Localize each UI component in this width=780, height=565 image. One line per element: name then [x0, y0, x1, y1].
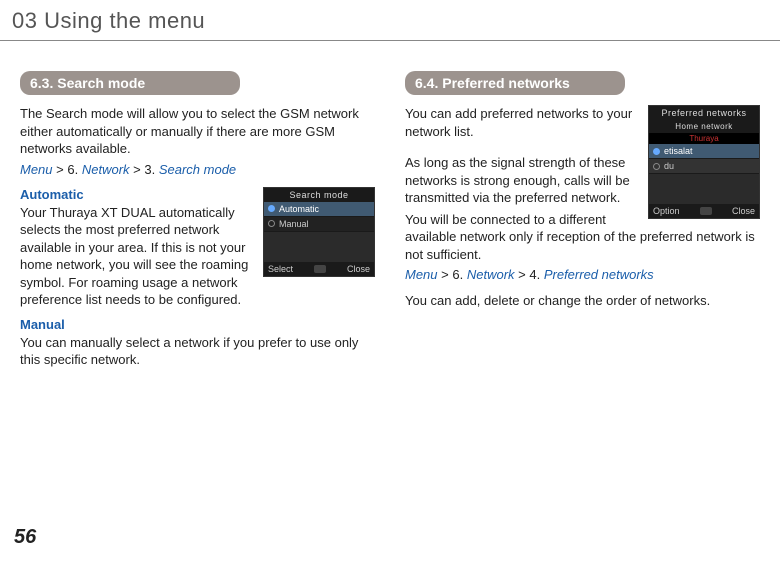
menu-path-num2: 4.: [529, 267, 540, 282]
menu-path-sep: >: [56, 162, 67, 177]
phone-mockup-search-mode: Search mode Automatic Manual Select Clos…: [263, 187, 375, 277]
manual-heading: Manual: [20, 317, 375, 332]
radio-icon: [268, 205, 275, 212]
phone-row-du: du: [649, 159, 759, 174]
phone-row-label: etisalat: [664, 146, 693, 156]
radio-icon: [268, 220, 275, 227]
menu-path-num2: 3.: [144, 162, 155, 177]
content-columns: 6.3. Search mode The Search mode will al…: [0, 41, 780, 369]
phone-row-label: Manual: [279, 219, 309, 229]
phone-subtitle: Home network: [649, 120, 759, 133]
radio-icon: [653, 163, 660, 170]
menu-path-num1: 6.: [67, 162, 78, 177]
menu-path-num1: 6.: [452, 267, 463, 282]
right-column: 6.4. Preferred networks Preferred networ…: [405, 71, 760, 369]
menu-path-sep2: >: [518, 267, 529, 282]
phone-row-automatic: Automatic: [264, 202, 374, 217]
manual-body: You can manually select a network if you…: [20, 334, 375, 369]
preferred-menu-path: Menu > 6. Network > 4. Preferred network…: [405, 267, 760, 282]
softkey-left: Option: [653, 206, 680, 216]
page-number: 56: [14, 526, 36, 549]
phone-softkeys: Option Close: [649, 204, 759, 218]
softkey-mid-icon: [314, 265, 326, 273]
preferred-outro: You can add, delete or change the order …: [405, 292, 760, 310]
softkey-right: Close: [732, 206, 755, 216]
menu-path-network: Network: [82, 162, 130, 177]
section-heading-search-mode: 6.3. Search mode: [20, 71, 240, 95]
phone-mockup-preferred-networks: Preferred networks Home network Thuraya …: [648, 105, 760, 219]
menu-path-sep: >: [441, 267, 452, 282]
phone-row-manual: Manual: [264, 217, 374, 232]
section-heading-preferred-networks: 6.4. Preferred networks: [405, 71, 625, 95]
phone-list: Automatic Manual: [264, 202, 374, 262]
menu-path-menu: Menu: [405, 267, 438, 282]
phone-title: Preferred networks: [649, 106, 759, 120]
menu-path-sep2: >: [133, 162, 144, 177]
menu-path-preferred: Preferred networks: [544, 267, 654, 282]
menu-path-menu: Menu: [20, 162, 53, 177]
search-mode-menu-path: Menu > 6. Network > 3. Search mode: [20, 162, 375, 177]
phone-row-etisalat: etisalat: [649, 144, 759, 159]
phone-title: Search mode: [264, 188, 374, 202]
left-column: 6.3. Search mode The Search mode will al…: [20, 71, 375, 369]
softkey-mid-icon: [700, 207, 712, 215]
softkey-left: Select: [268, 264, 293, 274]
menu-path-network: Network: [467, 267, 515, 282]
phone-row-label: du: [664, 161, 674, 171]
menu-path-searchmode: Search mode: [159, 162, 236, 177]
phone-redsub: Thuraya: [649, 133, 759, 144]
radio-icon: [653, 148, 660, 155]
phone-softkeys: Select Close: [264, 262, 374, 276]
phone-list: etisalat du: [649, 144, 759, 204]
phone-row-label: Automatic: [279, 204, 319, 214]
page-title: 03 Using the menu: [0, 0, 780, 41]
search-mode-intro: The Search mode will allow you to select…: [20, 105, 375, 158]
softkey-right: Close: [347, 264, 370, 274]
